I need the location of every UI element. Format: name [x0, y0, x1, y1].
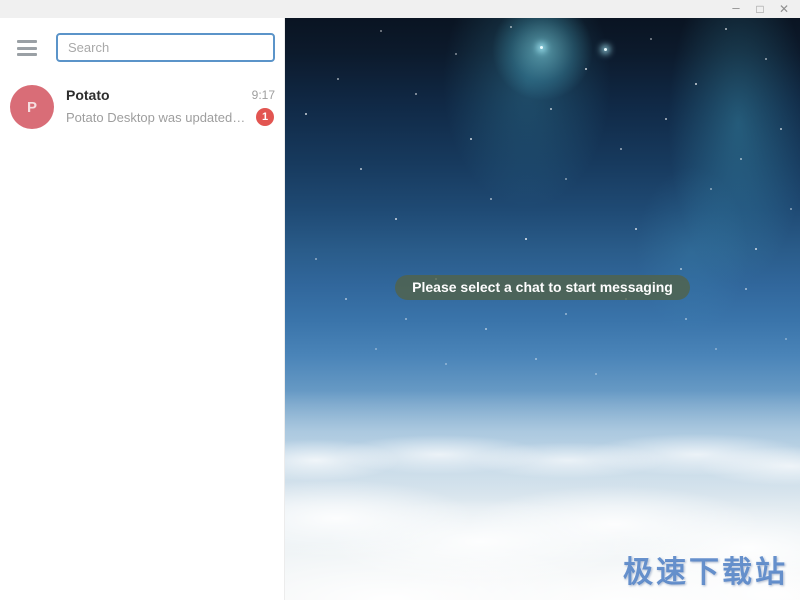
- stars-decoration: [285, 18, 287, 20]
- window-controls: – □ ✕: [724, 0, 796, 18]
- empty-state-pill-wrap: Please select a chat to start messaging: [285, 275, 800, 300]
- unread-count-badge: 1: [256, 108, 274, 126]
- bright-star-decoration: [604, 48, 607, 51]
- minimize-button[interactable]: –: [724, 0, 748, 18]
- maximize-button[interactable]: □: [748, 0, 772, 18]
- bright-star-decoration: [540, 46, 543, 49]
- chat-time: 9:17: [251, 88, 275, 102]
- chat-pane-wallpaper: Please select a chat to start messaging …: [285, 18, 800, 600]
- hamburger-menu-icon[interactable]: [17, 40, 37, 56]
- app-window: – □ ✕ P Potato 9:17 Potato Desktop was u…: [0, 0, 800, 600]
- empty-state-message: Please select a chat to start messaging: [395, 275, 690, 300]
- chat-message-preview: Potato Desktop was updated…: [66, 110, 246, 125]
- close-button[interactable]: ✕: [772, 0, 796, 18]
- site-watermark: 极速下载站: [623, 556, 788, 589]
- hamburger-bar: [17, 46, 37, 50]
- avatar: P: [10, 85, 54, 129]
- titlebar[interactable]: – □ ✕: [0, 0, 800, 18]
- chat-list-item-potato[interactable]: P Potato 9:17 Potato Desktop was updated…: [0, 83, 285, 143]
- hamburger-bar: [17, 53, 37, 56]
- sidebar: P Potato 9:17 Potato Desktop was updated…: [0, 18, 285, 600]
- search-box: [56, 33, 275, 62]
- chat-name: Potato: [66, 87, 110, 103]
- search-input[interactable]: [56, 33, 275, 62]
- hamburger-bar: [17, 40, 37, 43]
